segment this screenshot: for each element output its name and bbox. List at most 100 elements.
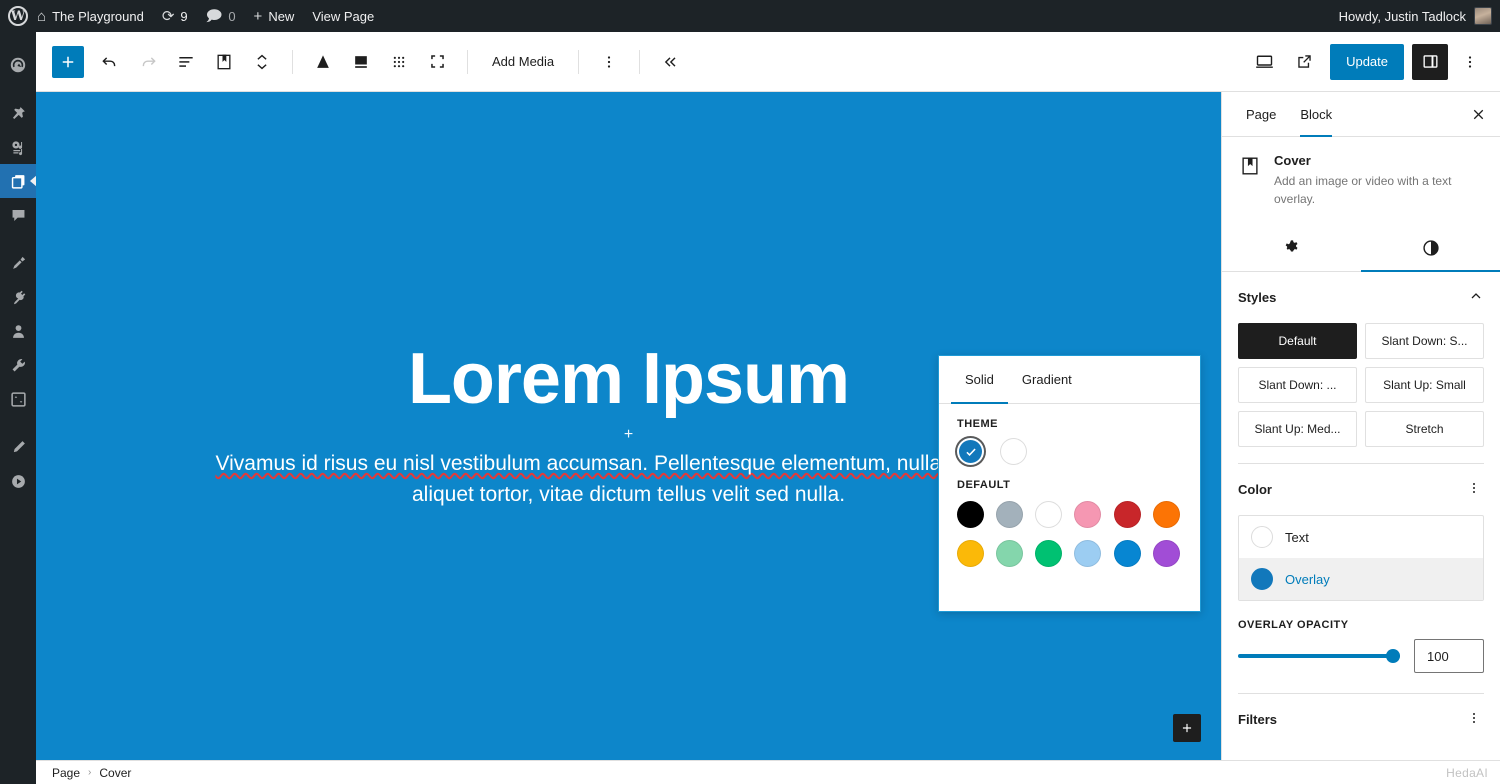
chevron-up-icon (1468, 288, 1484, 307)
swatch-blue[interactable] (1113, 540, 1141, 567)
updates-count: 9 (180, 8, 188, 24)
users-icon (12, 324, 24, 338)
style-option-slant-down-medium[interactable]: Slant Down: ... (1238, 367, 1357, 403)
more-options-button[interactable] (1452, 44, 1488, 80)
watermark-label: HedaAI (1446, 765, 1488, 780)
swatch-black[interactable] (957, 501, 984, 528)
fullscreen-button[interactable] (419, 44, 455, 80)
style-option-default[interactable]: Default (1238, 323, 1357, 359)
dashboard-gauge-icon (10, 57, 26, 73)
block-type-button[interactable] (206, 44, 242, 80)
swatch-light-green[interactable] (996, 540, 1024, 567)
sidebar-item-dashboard[interactable] (0, 48, 36, 82)
tab-solid[interactable]: Solid (951, 356, 1008, 404)
tab-block[interactable]: Block (1288, 92, 1344, 137)
swatch-light-blue[interactable] (1074, 540, 1102, 567)
sidebar-item-play[interactable] (0, 464, 36, 498)
admin-bar-account[interactable]: Howdy, Justin Tadlock (1339, 0, 1500, 32)
theme-swatch-white[interactable] (1000, 438, 1027, 465)
preview-button[interactable] (1246, 44, 1282, 80)
swatch-purple[interactable] (1152, 540, 1180, 567)
color-row-text[interactable]: Text (1239, 516, 1483, 558)
block-description: Add an image or video with a text overla… (1274, 174, 1452, 206)
tab-page[interactable]: Page (1234, 92, 1288, 136)
block-mover-button[interactable] (244, 44, 280, 80)
block-position-button[interactable] (343, 44, 379, 80)
tab-gradient[interactable]: Gradient (1008, 356, 1086, 403)
close-x-icon (1473, 109, 1483, 119)
style-option-stretch[interactable]: Stretch (1365, 411, 1484, 447)
settings-sidebar: Page Block Cover Add an image or video w… (1221, 92, 1500, 760)
overlay-opacity-slider[interactable] (1238, 647, 1400, 665)
style-option-slant-up-small[interactable]: Slant Up: Small (1365, 367, 1484, 403)
external-link-icon (1297, 55, 1311, 68)
swatch-green[interactable] (1035, 540, 1063, 567)
media-icon (11, 140, 22, 155)
sidebar-item-comments[interactable] (0, 198, 36, 232)
align-triangle-icon (317, 54, 329, 68)
swatch-white[interactable] (1035, 501, 1063, 528)
view-site-button[interactable] (1286, 44, 1322, 80)
toolbar-divider-4 (639, 49, 641, 74)
style-option-slant-down-small[interactable]: Slant Down: S... (1365, 323, 1484, 359)
block-styles-grid: Default Slant Down: S... Slant Down: ...… (1222, 323, 1500, 463)
sidebar-item-edit[interactable] (0, 430, 36, 464)
admin-bar-updates[interactable]: ⟳ 9 (153, 0, 197, 32)
swatch-pink[interactable] (1074, 501, 1102, 528)
sidebar-item-appearance[interactable] (0, 246, 36, 280)
theme-swatch-blue[interactable] (957, 438, 984, 465)
editor-header-left: Add Media (52, 44, 688, 80)
admin-bar-view-page[interactable]: View Page (303, 0, 383, 32)
admin-bar-comments[interactable]: 🗩 0 (197, 0, 245, 32)
breadcrumb-item-page[interactable]: Page (52, 766, 80, 780)
theme-section-label: Theme (957, 418, 998, 430)
style-option-slant-up-medium[interactable]: Slant Up: Med... (1238, 411, 1357, 447)
swatch-red[interactable] (1113, 501, 1141, 528)
align-button[interactable] (305, 44, 341, 80)
sidebar-item-pages[interactable] (0, 164, 36, 198)
sidebar-item-settings[interactable] (0, 382, 36, 416)
close-sidebar-button[interactable] (1460, 92, 1496, 136)
new-label: New (268, 8, 295, 24)
cover-paragraph[interactable]: Vivamus id risus eu nisl vestibulum accu… (199, 449, 1059, 510)
undo-button[interactable] (92, 44, 128, 80)
comment-bubble-icon: 🗩 (205, 7, 223, 25)
add-media-button[interactable]: Add Media (480, 44, 566, 80)
swatch-gray[interactable] (996, 501, 1024, 528)
cover-heading[interactable]: Lorem Ipsum (408, 341, 850, 418)
sidebar-item-media[interactable] (0, 130, 36, 164)
collapse-toolbar-button[interactable] (652, 44, 688, 80)
plugins-plug-icon (13, 290, 25, 304)
appearance-brush-icon (12, 256, 25, 269)
menu-separator-1 (0, 82, 36, 96)
drag-handle-button[interactable] (381, 44, 417, 80)
sidebar-item-posts[interactable] (0, 96, 36, 130)
overlay-opacity-input[interactable]: 100 (1414, 639, 1484, 673)
update-button[interactable]: Update (1330, 43, 1404, 80)
toolbar-divider-3 (578, 49, 580, 74)
sidebar-item-tools[interactable] (0, 348, 36, 382)
swatch-yellow[interactable] (957, 540, 984, 567)
filters-panel-menu-button[interactable] (1464, 710, 1484, 729)
sidebar-item-users[interactable] (0, 314, 36, 348)
sidebar-item-plugins[interactable] (0, 280, 36, 314)
slider-thumb[interactable] (1386, 649, 1400, 663)
color-row-overlay[interactable]: Overlay (1239, 558, 1483, 600)
swatch-orange[interactable] (1152, 501, 1180, 528)
admin-bar-new[interactable]: + New (245, 0, 304, 32)
block-options-button[interactable] (591, 44, 627, 80)
breadcrumb-item-cover[interactable]: Cover (99, 766, 131, 780)
add-block-button[interactable] (52, 45, 84, 78)
styles-panel-header[interactable]: Styles (1222, 272, 1500, 323)
tab-block-settings[interactable] (1222, 224, 1361, 271)
wordpress-logo-icon[interactable]: W (8, 6, 28, 26)
admin-bar-site-name[interactable]: ⌂ The Playground (28, 0, 153, 32)
inline-inserter-icon[interactable]: + (624, 427, 633, 443)
block-appender-button[interactable] (1173, 714, 1201, 742)
redo-button[interactable] (130, 44, 166, 80)
settings-sidebar-toggle[interactable] (1412, 43, 1448, 80)
list-view-button[interactable] (168, 44, 204, 80)
color-panel-menu-button[interactable] (1464, 480, 1484, 499)
tab-block-styles[interactable] (1361, 224, 1500, 272)
breadcrumb-separator-icon: › (88, 767, 92, 778)
